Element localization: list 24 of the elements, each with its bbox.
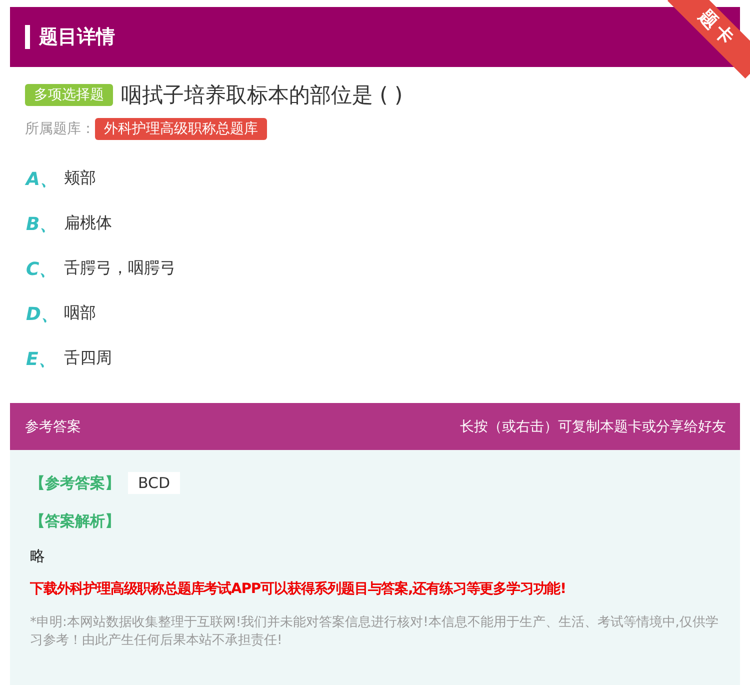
option-text: 颊部 — [64, 168, 96, 189]
bank-label: 所属题库： — [25, 120, 95, 138]
promo-text: 下载外科护理高级职称总题库考试APP可以获得系列题目与答案,还有练习等更多学习功能! — [30, 580, 567, 598]
question-text: 咽拭子培养取标本的部位是 ( ) — [121, 82, 403, 109]
title-accent-bar — [25, 25, 30, 49]
answer-value: BCD — [128, 472, 180, 494]
option-letter: E、 — [26, 348, 58, 370]
option-letter: B、 — [26, 212, 59, 236]
answer-title: 参考答案 — [25, 418, 81, 436]
option-text: 舌四周 — [64, 348, 112, 369]
option-text: 扁桃体 — [64, 213, 112, 234]
option-letter: D、 — [26, 302, 60, 326]
option-letter: A、 — [26, 168, 59, 190]
share-hint: 长按（或右击）可复制本题卡或分享给好友 — [460, 418, 726, 436]
option-letter: C、 — [26, 258, 58, 280]
analysis-label: 【答案解析】 — [30, 512, 121, 531]
option-text: 咽部 — [64, 303, 96, 324]
option-text: 舌腭弓，咽腭弓 — [64, 258, 176, 279]
analysis-text: 略 — [30, 547, 46, 566]
disclaimer-text: *申明:本网站数据收集整理于互联网!我们并未能对答案信息进行核对!本信息不能用于生产、生活、考试等情境中,仅供学习参考！由此产生任何后果本站不承担责任! — [30, 614, 720, 650]
answer-label: 【参考答案】 — [30, 474, 120, 492]
question-type-badge: 多项选择题 — [25, 84, 113, 106]
page-title: 题目详情 — [39, 25, 115, 50]
bank-tag[interactable]: 外科护理高级职称总题库 — [95, 118, 267, 140]
